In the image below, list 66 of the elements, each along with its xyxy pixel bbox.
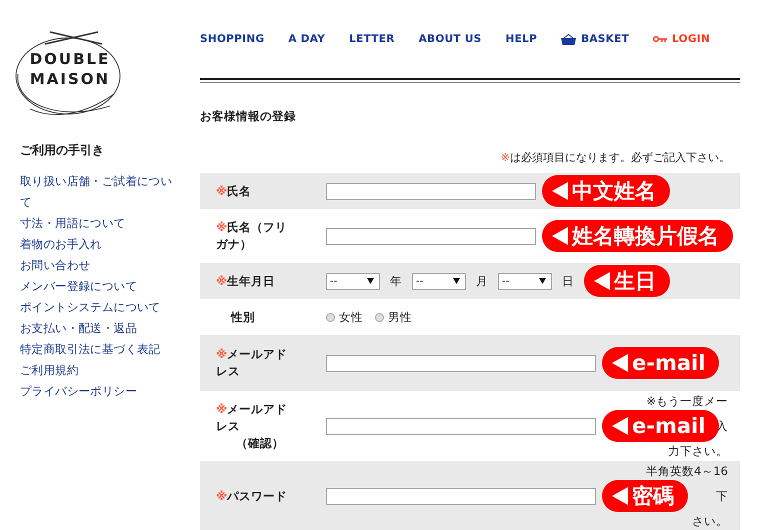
field-label: ※氏名 [215, 182, 252, 200]
sidebar-link[interactable]: ポイントシステムについて [20, 297, 180, 318]
date-unit: 月 [476, 274, 488, 288]
required-note: ※は必須項目になります。必ずご記入下さい。 [500, 150, 730, 165]
sidebar-link[interactable]: 着物のお手入れ [20, 234, 180, 255]
field-label: ※氏名（フリガナ） [215, 219, 288, 253]
hint-text: 下 [716, 488, 728, 505]
annotation-badge: 密碼 [602, 480, 688, 512]
radio-option[interactable]: 男性 [375, 310, 412, 324]
key-icon [653, 35, 668, 43]
text-field[interactable] [326, 182, 536, 200]
sidebar-link[interactable]: メンバー登録について [20, 276, 180, 297]
annotation-badge: 中文姓名 [542, 175, 670, 207]
dropdown[interactable]: -- [326, 272, 380, 290]
nav-link[interactable]: HELP [506, 33, 538, 45]
hint-text: さい。 [692, 514, 728, 528]
nav-link[interactable]: BASKET [561, 33, 630, 45]
field-label: ※パスワード [215, 488, 288, 504]
text-field[interactable] [326, 488, 596, 504]
date-unit: 年 [390, 274, 402, 288]
triangle-icon [594, 272, 610, 290]
field-sublabel: （確認） [235, 435, 285, 451]
nav-link[interactable]: LETTER [349, 33, 395, 45]
hint-text: 力下さい。 [668, 444, 728, 458]
sidebar-title: ご利用の手引き [20, 142, 105, 159]
sidebar-link[interactable]: お支払い・配送・返品 [20, 318, 180, 339]
triangle-icon [552, 182, 568, 200]
dropdown[interactable]: -- [412, 272, 466, 290]
nav-link[interactable]: SHOPPING [200, 33, 264, 45]
annotation-badge: e-mail [602, 410, 720, 442]
radio-option[interactable]: 女性 [326, 310, 363, 324]
logo-text: DOUBLE [30, 49, 110, 69]
text-field[interactable] [326, 228, 536, 244]
field-label: 性別 [230, 308, 256, 326]
sidebar-link[interactable]: ご利用規約 [20, 360, 180, 381]
triangle-icon [552, 227, 568, 245]
nav-link[interactable]: A DAY [288, 33, 326, 45]
triangle-icon [612, 487, 628, 505]
sidebar-link[interactable]: 寸法・用語について [20, 213, 180, 234]
caret-icon [453, 278, 460, 284]
field-label: ※メールアドレス [215, 346, 288, 380]
annotation-badge: 生日 [584, 265, 670, 297]
nav-link[interactable]: ABOUT US [418, 33, 482, 45]
dropdown[interactable]: -- [498, 272, 552, 290]
triangle-icon [612, 354, 628, 372]
field-label: ※メールアドレス [215, 401, 288, 435]
triangle-icon [612, 417, 628, 435]
sidebar-link[interactable]: お問い合わせ [20, 255, 180, 276]
hint-text: ※もう一度メー [646, 394, 728, 408]
annotation-badge: 姓名轉換片假名 [542, 220, 733, 252]
field-label: ※生年月日 [215, 272, 276, 290]
hint-text: 半角英数4～16 [646, 464, 728, 478]
text-field[interactable] [326, 418, 596, 434]
sidebar-link[interactable]: 特定商取引法に基づく表記 [20, 339, 180, 360]
annotation-badge: e-mail [602, 347, 720, 379]
nav-link[interactable]: LOGIN [653, 33, 710, 45]
logo-text: MAISON [30, 69, 110, 89]
text-field[interactable] [326, 354, 596, 372]
date-unit: 日 [562, 274, 574, 288]
sidebar-link[interactable]: プライバシーポリシー [20, 381, 180, 402]
caret-icon [539, 278, 546, 284]
page-title: お客様情報の登録 [200, 109, 297, 124]
basket-icon [561, 34, 576, 44]
logo[interactable]: DOUBLE MAISON [10, 14, 130, 124]
caret-icon [367, 278, 374, 284]
sidebar-link[interactable]: 取り扱い店舗・ご試着について [20, 171, 180, 213]
